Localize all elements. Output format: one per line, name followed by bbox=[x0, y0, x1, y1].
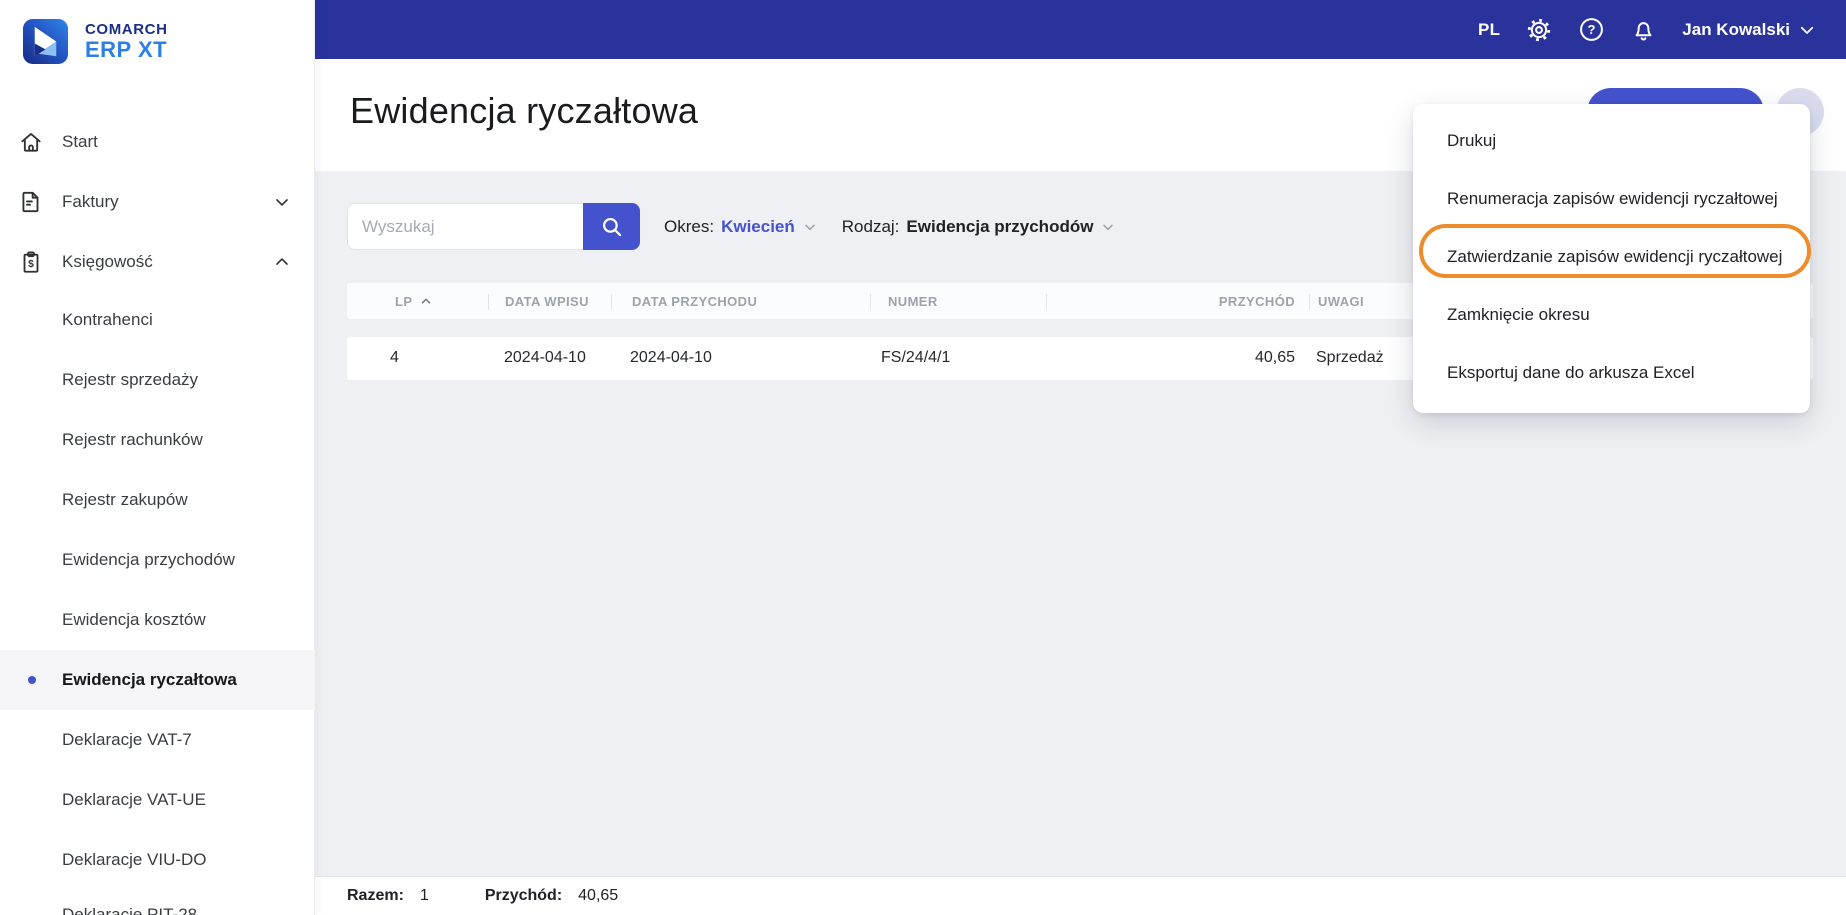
income-label: Przychód: bbox=[484, 887, 563, 904]
svg-text:$: $ bbox=[28, 259, 34, 270]
sidebar-item-rejestr-sprzedazy[interactable]: Rejestr sprzedaży bbox=[0, 350, 315, 410]
topbar-actions: PL ? Jan Kowalski bbox=[1478, 17, 1816, 43]
sidebar-item-ewidencja-kosztow[interactable]: Ewidencja kosztów bbox=[0, 590, 315, 650]
accounting-icon: $ bbox=[23, 251, 39, 273]
chevron-down-icon bbox=[1800, 26, 1814, 34]
chevron-down-icon bbox=[276, 199, 288, 206]
cell-uwagi: Sprzedaż bbox=[1316, 349, 1384, 366]
context-menu: Drukuj Renumeracja zapisów ewidencji ryc… bbox=[1413, 104, 1810, 413]
sidebar-item-deklaracje-pit28[interactable]: Deklaracje PIT-28 bbox=[0, 885, 315, 915]
help-icon[interactable]: ? bbox=[1578, 17, 1604, 43]
search-input[interactable] bbox=[347, 203, 583, 250]
page-title: Ewidencja ryczałtowa bbox=[350, 90, 699, 131]
search-icon bbox=[602, 217, 621, 236]
menu-item-renumeracja[interactable]: Renumeracja zapisów ewidencji ryczałtowe… bbox=[1413, 170, 1810, 228]
column-divider bbox=[488, 294, 489, 310]
filter-bar: Okres: Kwiecień Rodzaj: Ewidencja przych… bbox=[347, 203, 1116, 250]
menu-item-eksportuj-excel[interactable]: Eksportuj dane do arkusza Excel bbox=[1413, 344, 1810, 402]
home-icon bbox=[21, 133, 41, 152]
column-divider bbox=[870, 294, 871, 310]
type-filter[interactable]: Rodzaj: Ewidencja przychodów bbox=[842, 217, 1117, 237]
cell-numer: FS/24/4/1 bbox=[881, 349, 951, 366]
cell-przychod: 40,65 bbox=[1254, 349, 1295, 366]
chevron-down-icon bbox=[1103, 224, 1114, 230]
column-divider bbox=[611, 294, 612, 310]
menu-item-zatwierdzanie[interactable]: Zatwierdzanie zapisów ewidencji ryczałto… bbox=[1413, 228, 1810, 286]
sidebar: COMARCH ERP XT Start Faktury $ Księgowoś… bbox=[0, 0, 315, 915]
sidebar-item-deklaracje-vat7[interactable]: Deklaracje VAT-7 bbox=[0, 710, 315, 770]
sidebar-item-ksiegowosc[interactable]: $ Księgowość bbox=[0, 232, 315, 292]
bell-icon[interactable] bbox=[1630, 17, 1656, 43]
menu-item-zamkniecie-okresu[interactable]: Zamknięcie okresu bbox=[1413, 286, 1810, 344]
column-divider bbox=[1309, 294, 1310, 310]
logo-icon bbox=[22, 18, 69, 65]
language-switcher[interactable]: PL bbox=[1478, 20, 1500, 40]
app-window: PL ? Jan Kowalski COMARCH ERP XT Start F… bbox=[0, 0, 1846, 915]
cell-data-wpisu: 2024-04-10 bbox=[504, 349, 586, 366]
search-button[interactable] bbox=[583, 203, 640, 250]
chevron-up-icon bbox=[276, 258, 288, 265]
cell-lp: 4 bbox=[390, 349, 399, 366]
column-uwagi[interactable]: UWAGI bbox=[1318, 294, 1364, 309]
sidebar-item-rejestr-zakupow[interactable]: Rejestr zakupów bbox=[0, 470, 315, 530]
total-label: Razem: bbox=[347, 887, 404, 904]
summary-bar: Razem: 1 Przychód: 40,65 bbox=[315, 876, 1846, 915]
sidebar-item-kontrahenci[interactable]: Kontrahenci bbox=[0, 290, 315, 350]
logo-text: COMARCH ERP XT bbox=[85, 21, 168, 62]
sidebar-item-deklaracje-vatue[interactable]: Deklaracje VAT-UE bbox=[0, 770, 315, 830]
income-value: 40,65 bbox=[578, 887, 619, 904]
total-value: 1 bbox=[419, 887, 429, 904]
period-value: Kwiecień bbox=[721, 216, 795, 236]
chevron-down-icon bbox=[805, 224, 815, 230]
gear-icon[interactable] bbox=[1526, 17, 1552, 43]
column-data-wpisu[interactable]: DATA WPISU bbox=[505, 294, 589, 309]
type-value: Ewidencja przychodów bbox=[906, 216, 1094, 236]
sidebar-item-faktury[interactable]: Faktury bbox=[0, 172, 315, 232]
column-divider bbox=[1046, 294, 1047, 310]
user-name: Jan Kowalski bbox=[1682, 19, 1790, 39]
invoice-icon bbox=[22, 191, 39, 213]
cell-data-przychodu: 2024-04-10 bbox=[630, 349, 712, 366]
sidebar-item-rejestr-rachunkow[interactable]: Rejestr rachunków bbox=[0, 410, 315, 470]
user-menu[interactable]: Jan Kowalski bbox=[1682, 20, 1816, 40]
comarch-logo[interactable]: COMARCH ERP XT bbox=[22, 18, 168, 65]
sidebar-item-start[interactable]: Start bbox=[0, 112, 315, 172]
column-numer[interactable]: NUMER bbox=[888, 294, 938, 309]
svg-text:?: ? bbox=[1587, 22, 1595, 37]
sidebar-item-ewidencja-przychodow[interactable]: Ewidencja przychodów bbox=[0, 530, 315, 590]
sort-ascending-icon bbox=[421, 298, 431, 304]
column-przychod[interactable]: PRZYCHÓD bbox=[1219, 294, 1295, 309]
sidebar-item-deklaracje-viudo[interactable]: Deklaracje VIU-DO bbox=[0, 830, 315, 890]
period-filter[interactable]: Okres: Kwiecień bbox=[664, 217, 818, 237]
sidebar-item-ewidencja-ryczaltowa[interactable]: Ewidencja ryczałtowa bbox=[0, 650, 315, 710]
column-data-przychodu[interactable]: DATA PRZYCHODU bbox=[632, 294, 757, 309]
active-item-bullet bbox=[28, 676, 36, 684]
menu-item-drukuj[interactable]: Drukuj bbox=[1413, 112, 1810, 170]
column-lp[interactable]: LP bbox=[395, 294, 412, 309]
